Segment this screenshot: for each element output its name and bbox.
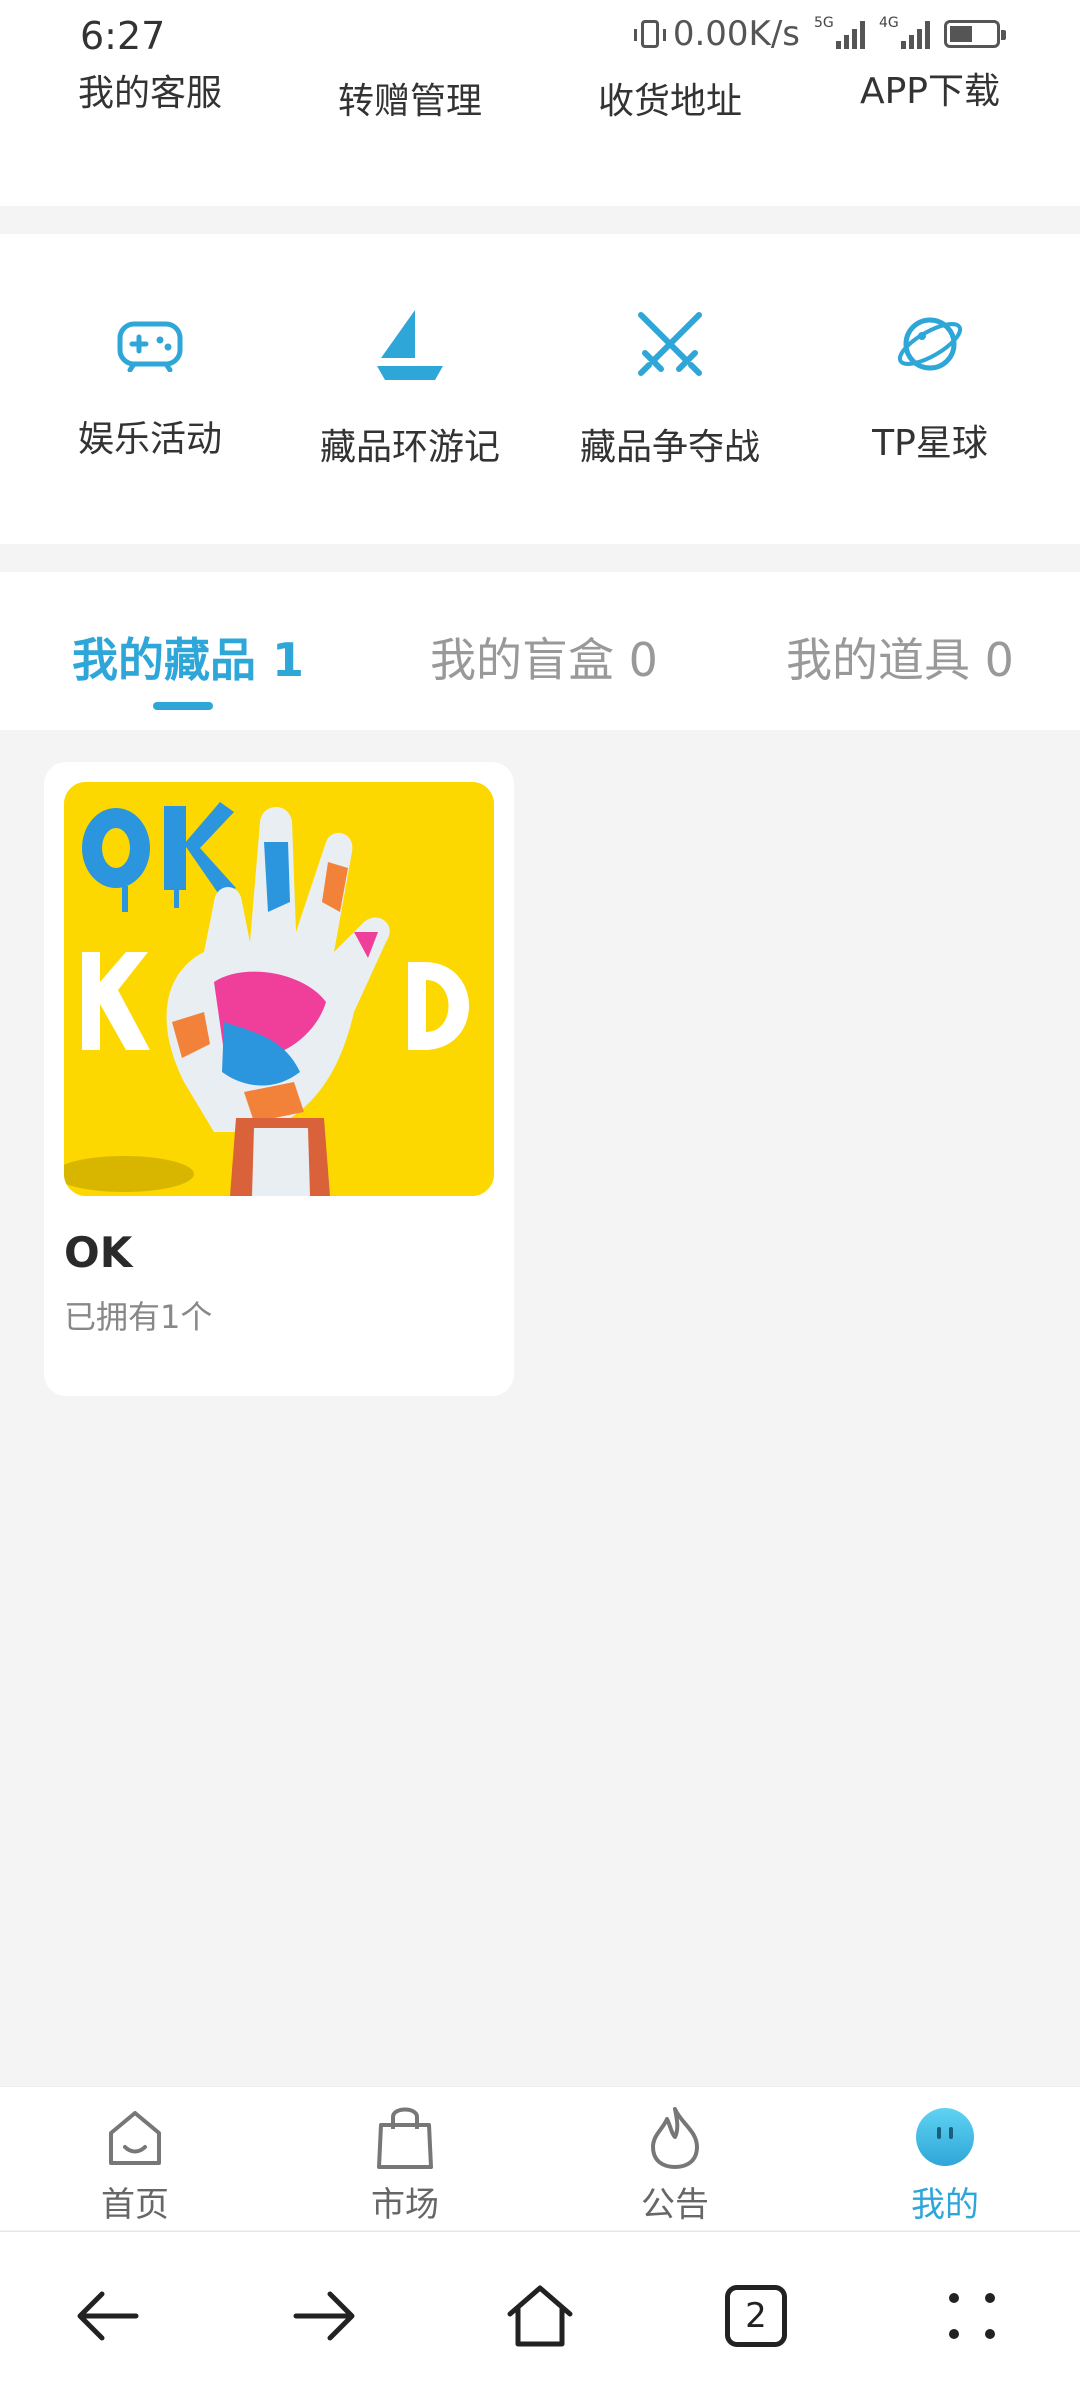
quick-link-customer-service[interactable]: 我的客服: [25, 64, 275, 124]
signal-5g-icon: 5G: [814, 15, 865, 49]
bottom-tab-announcements[interactable]: 公告: [540, 2087, 810, 2230]
home-icon: [103, 2105, 167, 2169]
crossed-swords-icon: [630, 304, 710, 384]
collectible-name: OK: [64, 1228, 133, 1277]
planet-icon: [890, 304, 970, 384]
active-tab-indicator: [153, 702, 213, 710]
bottom-tab-bar: 首页 市场 公告 我的: [0, 2086, 1080, 2230]
bottom-tab-label: 市场: [371, 2185, 439, 2225]
profile-avatar-icon: [913, 2105, 977, 2169]
browser-home-button[interactable]: [480, 2256, 600, 2376]
bottom-tab-market[interactable]: 市场: [270, 2087, 540, 2230]
status-bar: 6:27 0.00K/s 5G 4G: [0, 0, 1080, 70]
home-outline-icon: [507, 2285, 573, 2347]
sailboat-icon: [370, 304, 450, 384]
menu-button[interactable]: [912, 2256, 1032, 2376]
tab-my-props[interactable]: 我的道具 0: [786, 624, 1014, 690]
feature-label: 藏品环游记: [319, 427, 500, 468]
feature-label: 娱乐活动: [77, 419, 222, 460]
quick-link-shipping-address[interactable]: 收货地址: [545, 72, 795, 124]
bottom-tab-label: 我的: [911, 2185, 979, 2225]
menu-dots-icon: [949, 2293, 995, 2339]
tab-my-collectibles[interactable]: 我的藏品 1: [72, 624, 304, 690]
status-time: 6:27: [80, 14, 166, 58]
ok-hand-artwork: [64, 782, 494, 1196]
collectible-owned-count: 已拥有1个: [64, 1298, 213, 1336]
forward-button[interactable]: [264, 2256, 384, 2376]
feature-collection-tour[interactable]: 藏品环游记: [285, 304, 535, 470]
shopping-bag-icon: [373, 2105, 437, 2169]
quick-links-card: 我的客服 转赠管理 收货地址 APP下载: [0, 70, 1080, 206]
feature-collection-battle[interactable]: 藏品争夺战: [545, 304, 795, 470]
tab-my-blind-boxes[interactable]: 我的盲盒 0: [430, 624, 658, 690]
back-button[interactable]: [48, 2256, 168, 2376]
feature-label: TP星球: [872, 423, 988, 464]
collectible-card[interactable]: OK 已拥有1个: [44, 762, 514, 1396]
vibrate-icon: [633, 20, 666, 48]
gamepad-icon: [110, 304, 190, 384]
collection-tabs: 我的藏品 1 我的盲盒 0 我的道具 0: [0, 572, 1080, 730]
browser-nav-bar: 2: [0, 2231, 1080, 2400]
flame-icon: [643, 2105, 707, 2169]
signal-4g-icon: 4G: [879, 15, 930, 49]
tab-count: 2: [725, 2285, 787, 2347]
feature-label: 藏品争夺战: [579, 427, 760, 468]
arrow-right-icon: [293, 2291, 355, 2341]
bottom-tab-label: 首页: [101, 2185, 169, 2225]
tabs-switcher-button[interactable]: 2: [696, 2256, 816, 2376]
quick-link-app-download[interactable]: APP下载: [805, 62, 1055, 124]
arrow-left-icon: [77, 2291, 139, 2341]
feature-entertainment[interactable]: 娱乐活动: [25, 304, 275, 470]
features-card: 娱乐活动 藏品环游记 藏品争夺战 TP星球: [0, 234, 1080, 544]
network-speed: 0.00K/s: [672, 14, 800, 54]
battery-icon: [944, 20, 1006, 48]
quick-link-transfer-management[interactable]: 转赠管理: [285, 72, 535, 124]
bottom-tab-mine[interactable]: 我的: [810, 2087, 1080, 2230]
bottom-tab-label: 公告: [641, 2185, 709, 2225]
status-indicators: 0.00K/s 5G 4G: [633, 14, 1006, 54]
bottom-tab-home[interactable]: 首页: [0, 2087, 270, 2230]
feature-tp-planet[interactable]: TP星球: [805, 304, 1055, 470]
